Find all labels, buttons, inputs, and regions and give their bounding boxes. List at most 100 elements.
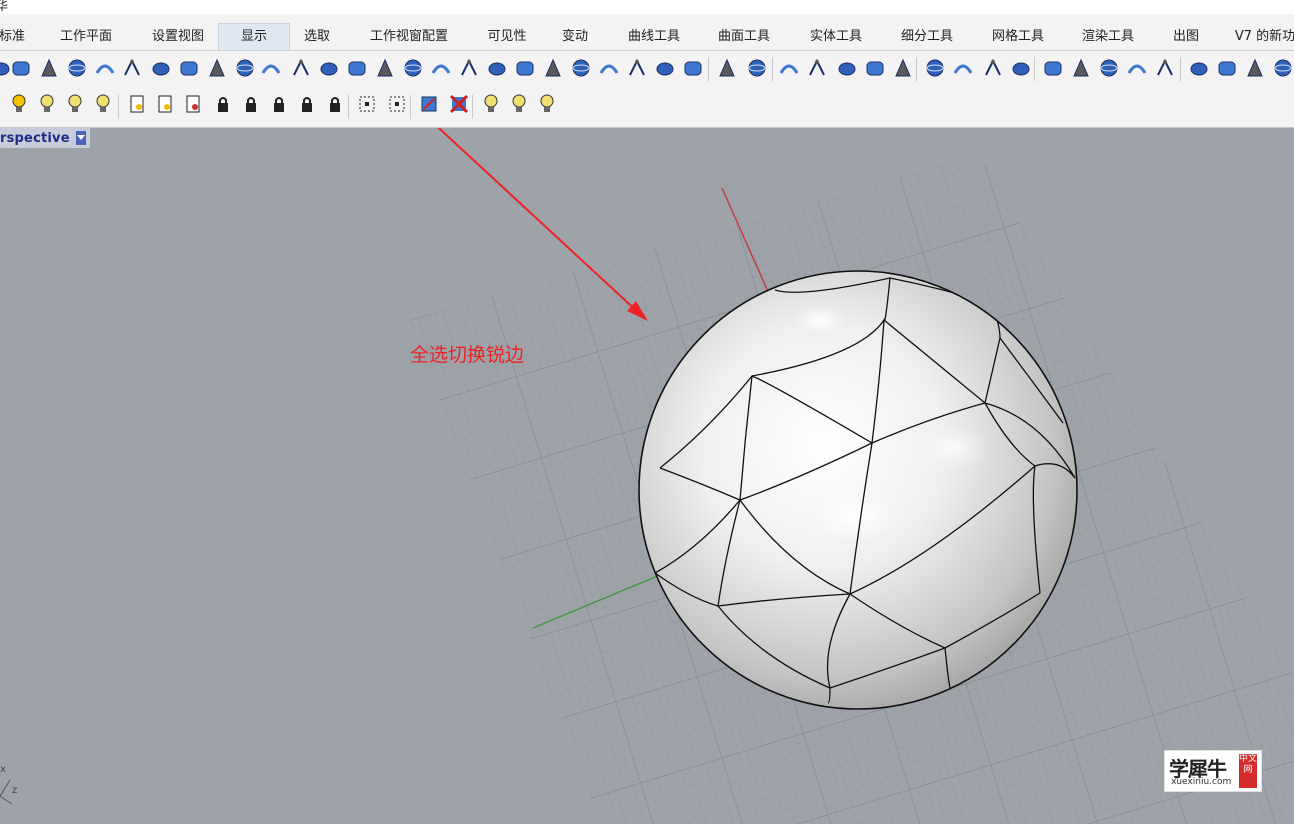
subd-point-filter-icon[interactable] <box>1272 57 1294 79</box>
subd-stitch-icon[interactable] <box>570 57 592 79</box>
subd-insert-edge-icon[interactable] <box>626 57 648 79</box>
tab-8[interactable]: 变动 <box>552 24 598 50</box>
tab-9[interactable]: 曲线工具 <box>616 24 692 50</box>
tab-3[interactable]: 设置视图 <box>140 24 216 50</box>
toolbar-separator <box>472 95 473 119</box>
subd-torus-icon[interactable] <box>178 57 200 79</box>
subd-repair-icon[interactable] <box>1010 57 1032 79</box>
tab-7[interactable]: 可见性 <box>476 24 538 50</box>
tab-2[interactable]: 工作平面 <box>50 24 122 50</box>
subd-sweep1-icon[interactable] <box>290 57 312 79</box>
subd-loft-icon[interactable] <box>260 57 282 79</box>
watermark-logo: 学犀牛 xuexiniu.com 中文网 <box>1164 750 1262 792</box>
subd-symmetry-icon[interactable] <box>746 57 768 79</box>
subd-display-toggle-icon[interactable] <box>836 57 858 79</box>
light-all-icon[interactable] <box>536 93 558 115</box>
light-bulb-swap-icon[interactable] <box>64 93 86 115</box>
tab-4[interactable]: 显示 <box>218 23 290 50</box>
viewport-menu-dropdown[interactable] <box>75 131 86 145</box>
title-bar: 华 <box>0 0 1294 14</box>
subd-sphere[interactable] <box>638 270 1078 710</box>
toolbar-separator <box>708 57 709 81</box>
light-on-icon[interactable] <box>480 93 502 115</box>
viewport-label[interactable]: rspective <box>0 128 90 148</box>
subd-ellipsoid-icon[interactable] <box>150 57 172 79</box>
subd-box-mode-icon[interactable] <box>1070 57 1092 79</box>
annotation-label: 全选切换锐边 <box>410 344 525 366</box>
tab-10[interactable]: 曲面工具 <box>708 24 780 50</box>
subd-extrude-icon[interactable] <box>374 57 396 79</box>
subd-mesh-options-icon[interactable] <box>982 57 1004 79</box>
tab-16[interactable]: V7 的新功 <box>1225 24 1294 50</box>
subd-settings-icon[interactable] <box>1042 57 1064 79</box>
subd-crease-icon[interactable] <box>486 57 508 79</box>
subd-patch-icon[interactable] <box>892 57 914 79</box>
tab-6[interactable]: 工作视窗配置 <box>358 24 460 50</box>
tab-12[interactable]: 细分工具 <box>884 24 970 50</box>
subd-reflect-icon[interactable] <box>1126 57 1148 79</box>
subd-box-cage-icon[interactable] <box>206 57 228 79</box>
tab-13[interactable]: 网格工具 <box>980 24 1056 50</box>
lock-icon[interactable] <box>212 93 234 115</box>
subd-bevel-icon[interactable] <box>682 57 704 79</box>
light-bulb-select-icon[interactable] <box>92 93 114 115</box>
subd-mirror-icon[interactable] <box>778 57 800 79</box>
toolbar-separator <box>410 95 411 119</box>
subd-single-face-icon[interactable] <box>234 57 256 79</box>
subd-merge-icon[interactable] <box>542 57 564 79</box>
light-bulb-icon[interactable] <box>8 93 30 115</box>
subd-bridge-icon[interactable] <box>430 57 452 79</box>
unlock-icon[interactable] <box>240 93 262 115</box>
subd-cylinder-icon[interactable] <box>94 57 116 79</box>
tab-15[interactable]: 出图 <box>1160 24 1212 50</box>
layer-page-on-icon[interactable] <box>154 93 176 115</box>
subd-fill-icon[interactable] <box>514 57 536 79</box>
subd-fit-curve-icon[interactable] <box>864 57 886 79</box>
subd-pipe-icon[interactable] <box>1154 57 1176 79</box>
subd-sphere-icon[interactable] <box>121 57 143 79</box>
axis-label-z: z <box>12 785 18 796</box>
tab-1[interactable]: 标准 <box>0 24 28 50</box>
subd-cap-icon[interactable] <box>716 57 738 79</box>
subd-mesh-icon[interactable] <box>952 57 974 79</box>
subd-branch-icon[interactable] <box>346 57 368 79</box>
subd-offset-icon[interactable] <box>402 57 424 79</box>
subd-paint-icon[interactable] <box>1188 57 1210 79</box>
subd-gumball-icon[interactable] <box>1216 57 1238 79</box>
tab-14[interactable]: 渲染工具 <box>1070 24 1146 50</box>
remove-sharp-icon[interactable] <box>448 93 470 115</box>
light-off-icon[interactable] <box>508 93 530 115</box>
subd-remove-crease-icon[interactable] <box>806 57 828 79</box>
swap-lock-icon[interactable] <box>324 93 346 115</box>
layer-page-icon[interactable] <box>126 93 148 115</box>
subd-truncated-cone-icon[interactable] <box>66 57 88 79</box>
layer-page-off-icon[interactable] <box>182 93 204 115</box>
subd-slide-icon[interactable] <box>458 57 480 79</box>
subd-sweep2-icon[interactable] <box>318 57 340 79</box>
viewport-title: rspective <box>0 130 70 146</box>
light-bulb-add-icon[interactable] <box>36 93 58 115</box>
lock-all-icon[interactable] <box>268 93 290 115</box>
tab-5[interactable]: 选取 <box>294 24 340 50</box>
toggle-sharp-icon[interactable] <box>418 93 440 115</box>
toolbar-separator <box>1034 57 1035 81</box>
chevron-down-icon <box>76 135 85 140</box>
subd-select-filter-icon[interactable] <box>1244 57 1266 79</box>
window-title: 华 <box>0 0 9 13</box>
unlock-selected-icon[interactable] <box>296 93 318 115</box>
display-toolbar <box>0 87 1294 128</box>
toolbar-separator <box>1180 57 1181 81</box>
perspective-viewport[interactable] <box>0 128 1294 824</box>
subd-convert-icon[interactable] <box>924 57 946 79</box>
toolbar-separator <box>118 95 119 119</box>
tab-11[interactable]: 实体工具 <box>798 24 874 50</box>
subd-weld-icon[interactable] <box>598 57 620 79</box>
watermark-seal: 中文网 <box>1239 754 1257 788</box>
subd-box-icon[interactable] <box>10 57 32 79</box>
select-points-icon[interactable] <box>356 93 378 115</box>
subd-smooth-mode-icon[interactable] <box>1098 57 1120 79</box>
select-edges-icon[interactable] <box>386 93 408 115</box>
subd-cone-icon[interactable] <box>38 57 60 79</box>
subd-poke-icon[interactable] <box>654 57 676 79</box>
watermark-url: xuexiniu.com <box>1171 777 1232 787</box>
